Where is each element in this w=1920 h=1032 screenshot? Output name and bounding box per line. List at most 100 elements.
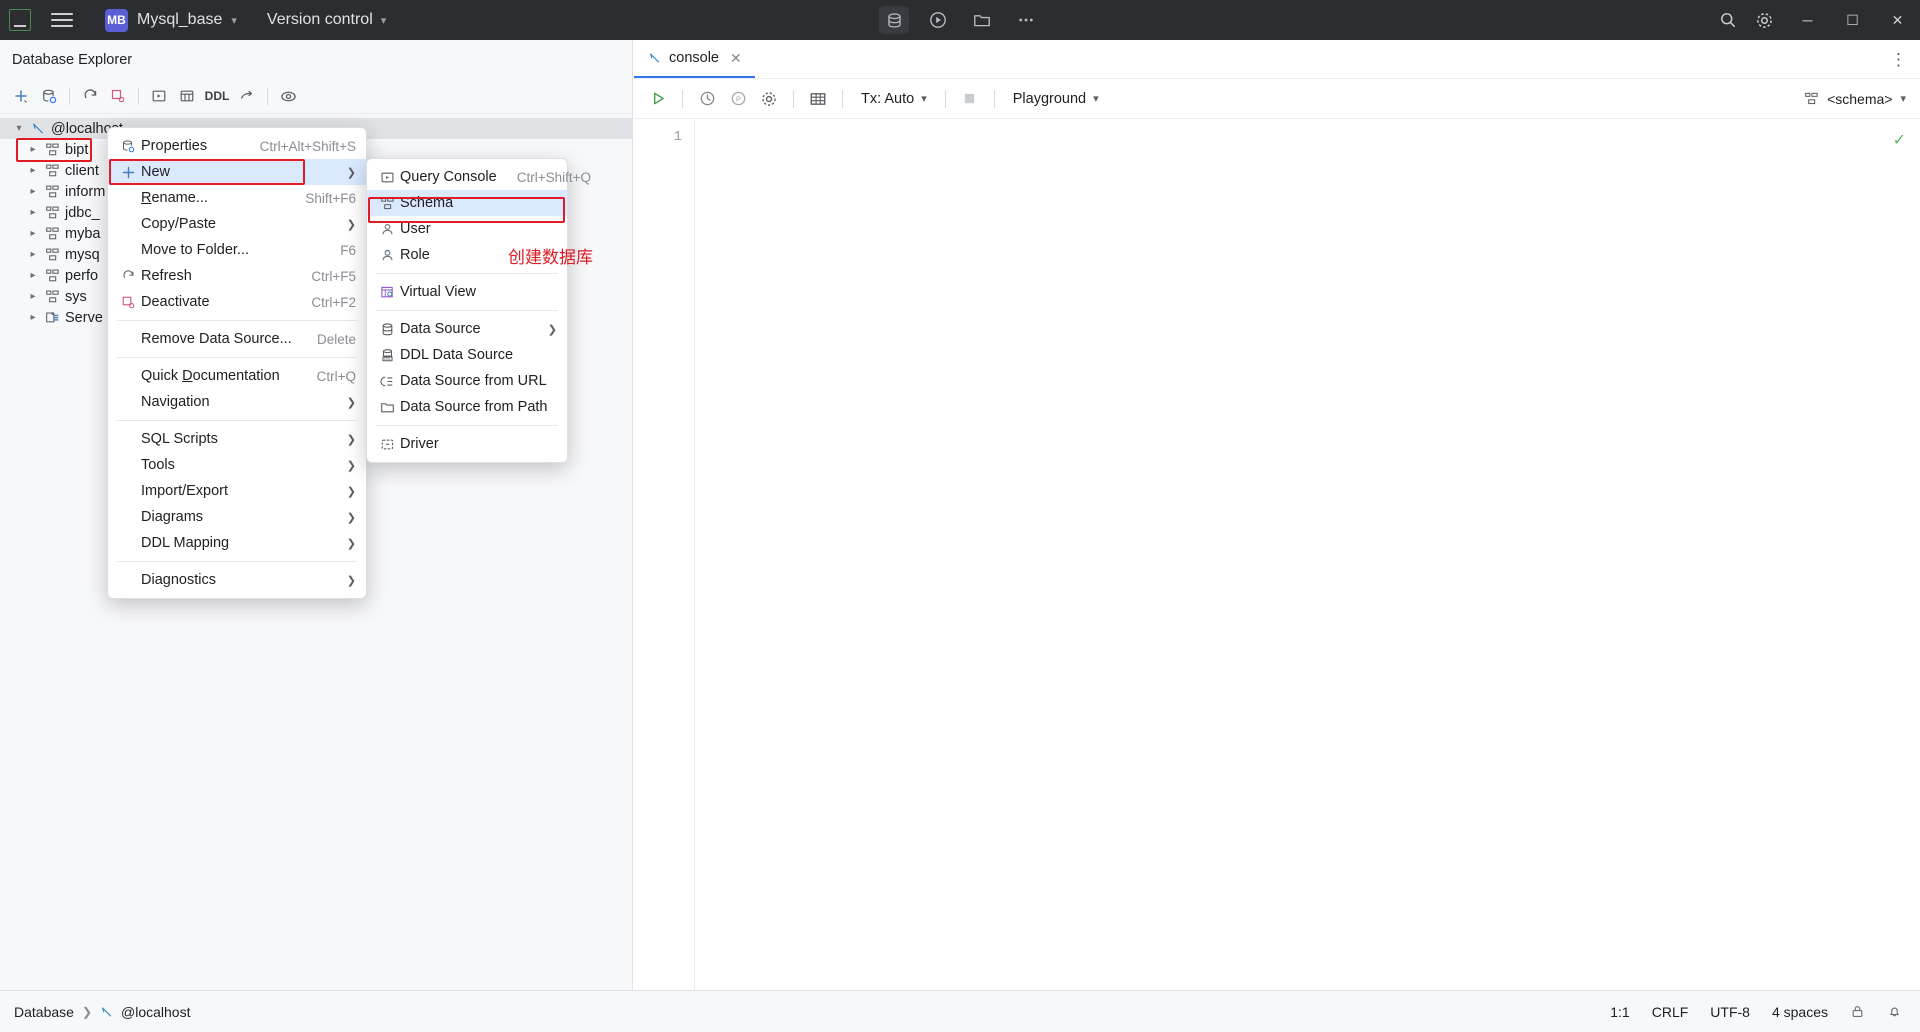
menu-item-remove-data-source[interactable]: Remove Data Source... Delete xyxy=(108,326,366,352)
add-icon[interactable] xyxy=(8,83,34,109)
submenu-item-virtual-view[interactable]: Virtual View xyxy=(367,279,567,305)
code-editor[interactable]: 1 ✓ xyxy=(634,120,1920,990)
toolbar-divider xyxy=(944,89,946,108)
menu-item-diagrams[interactable]: Diagrams ❯ xyxy=(108,504,366,530)
menu-item-ddl-mapping[interactable]: DDL Mapping ❯ xyxy=(108,530,366,556)
settings-icon[interactable] xyxy=(1749,6,1779,34)
tab-label: console xyxy=(669,50,719,66)
schema-icon xyxy=(42,163,63,178)
chevron-right-icon[interactable]: ▸ xyxy=(24,228,42,239)
datasource-icon xyxy=(100,1005,114,1019)
run-icon[interactable] xyxy=(644,85,672,113)
window-maximize-button[interactable]: ☐ xyxy=(1830,0,1875,40)
stop-icon[interactable] xyxy=(956,85,984,113)
submenu-separator xyxy=(376,425,558,426)
submenu-item-data-source-from-path[interactable]: Data Source from Path xyxy=(367,394,567,420)
menu-item-label: Navigation xyxy=(141,394,210,410)
bell-icon[interactable] xyxy=(1887,1004,1902,1019)
menu-item-label: Rename... xyxy=(141,190,208,206)
chevron-right-icon[interactable]: ▸ xyxy=(24,144,42,155)
main-menu-icon[interactable] xyxy=(51,13,73,27)
caret-position[interactable]: 1:1 xyxy=(1610,1004,1629,1020)
window-minimize-button[interactable]: ─ xyxy=(1785,0,1830,40)
submenu-item-schema[interactable]: Schema xyxy=(367,190,567,216)
menu-item-properties[interactable]: Properties Ctrl+Alt+Shift+S xyxy=(108,133,366,159)
chevron-right-icon[interactable]: ▸ xyxy=(24,291,42,302)
schema-icon xyxy=(42,247,63,262)
breadcrumb-localhost[interactable]: @localhost xyxy=(100,1004,190,1020)
role-icon xyxy=(375,248,400,263)
submenu-item-driver[interactable]: Driver xyxy=(367,431,567,457)
menu-item-copy-paste[interactable]: Copy/Paste ❯ xyxy=(108,211,366,237)
menu-item-import-export[interactable]: Import/Export ❯ xyxy=(108,478,366,504)
menu-item-label: Tools xyxy=(141,457,175,473)
menu-item-sql-scripts[interactable]: SQL Scripts ❯ xyxy=(108,426,366,452)
submenu-item-data-source-from-url[interactable]: Data Source from URL xyxy=(367,368,567,394)
submenu-item-user[interactable]: User xyxy=(367,216,567,242)
settings-icon[interactable] xyxy=(755,85,783,113)
current-schema-selector[interactable]: <schema> ▾ xyxy=(1804,91,1906,107)
console-icon[interactable] xyxy=(146,83,172,109)
file-encoding[interactable]: UTF-8 xyxy=(1710,1004,1750,1020)
menu-item-diagnostics[interactable]: Diagnostics ❯ xyxy=(108,567,366,593)
window-close-button[interactable]: ✕ xyxy=(1875,0,1920,40)
chevron-right-icon[interactable]: ▸ xyxy=(24,165,42,176)
folder-icon[interactable] xyxy=(967,6,997,34)
history-icon[interactable] xyxy=(693,85,721,113)
menu-item-new[interactable]: New ❯ xyxy=(108,159,366,185)
submenu-item-ddl-data-source[interactable]: DDL DDL Data Source xyxy=(367,342,567,368)
project-selector[interactable]: MB Mysql_base ▾ xyxy=(97,5,245,36)
indent-setting[interactable]: 4 spaces xyxy=(1772,1004,1828,1020)
refresh-icon[interactable] xyxy=(77,83,103,109)
menu-item-navigation[interactable]: Navigation ❯ xyxy=(108,389,366,415)
filter-icon[interactable] xyxy=(275,83,301,109)
tree-item-label: myba xyxy=(65,225,101,242)
menu-item-refresh[interactable]: Refresh Ctrl+F5 xyxy=(108,263,366,289)
menu-item-deactivate[interactable]: Deactivate Ctrl+F2 xyxy=(108,289,366,315)
menu-item-tools[interactable]: Tools ❯ xyxy=(108,452,366,478)
breadcrumb-database[interactable]: Database xyxy=(14,1004,74,1020)
menu-item-quick-documentation[interactable]: Quick Documentation Ctrl+Q xyxy=(108,363,366,389)
tree-item-label: inform xyxy=(65,183,106,200)
version-control-selector[interactable]: Version control ▾ xyxy=(267,11,386,29)
parameters-icon[interactable]: P xyxy=(724,85,752,113)
deactivate-icon xyxy=(116,295,141,310)
submenu-item-data-source[interactable]: Data Source ❯ xyxy=(367,316,567,342)
database-icon[interactable] xyxy=(879,6,909,34)
line-separator[interactable]: CRLF xyxy=(1652,1004,1689,1020)
run-icon[interactable] xyxy=(923,6,953,34)
schema-selector-label: Playground xyxy=(1012,90,1087,107)
deactivate-icon[interactable] xyxy=(105,83,131,109)
schema-selector[interactable]: Playground ▾ xyxy=(1005,87,1107,111)
inspection-ok-icon: ✓ xyxy=(1892,132,1906,149)
menu-item-accelerator: Delete xyxy=(316,331,356,347)
menu-item-label: Properties xyxy=(141,138,208,154)
chevron-right-icon[interactable]: ▸ xyxy=(24,249,42,260)
chevron-right-icon[interactable]: ▸ xyxy=(24,312,42,323)
chevron-right-icon[interactable]: ▸ xyxy=(24,207,42,218)
grid-icon[interactable] xyxy=(804,85,832,113)
datasource-properties-icon[interactable] xyxy=(36,83,62,109)
table-editor-icon[interactable] xyxy=(174,83,200,109)
menu-item-accelerator: Ctrl+Q xyxy=(316,368,356,384)
transaction-mode-selector[interactable]: Tx: Auto ▾ xyxy=(853,87,935,111)
menu-item-rename[interactable]: Rename... Shift+F6 xyxy=(108,185,366,211)
search-icon[interactable] xyxy=(1713,6,1743,34)
data-source-icon xyxy=(375,322,400,337)
editor-options-icon[interactable]: ⋮ xyxy=(1890,50,1908,70)
menu-item-move-to-folder[interactable]: Move to Folder... F6 xyxy=(108,237,366,263)
schema-icon xyxy=(375,196,400,211)
code-content[interactable]: ✓ xyxy=(695,120,1920,990)
submenu-item-query-console[interactable]: Query Console Ctrl+Shift+Q xyxy=(367,164,591,190)
ddl-button[interactable]: DDL xyxy=(202,83,232,109)
lock-icon[interactable] xyxy=(1850,1004,1865,1019)
chevron-right-icon[interactable]: ▸ xyxy=(24,270,42,281)
more-icon[interactable] xyxy=(1011,6,1041,34)
chevron-right-icon[interactable]: ▸ xyxy=(24,186,42,197)
menu-item-label: Diagrams xyxy=(141,509,204,525)
jump-icon[interactable] xyxy=(234,83,260,109)
close-icon[interactable]: ✕ xyxy=(730,50,742,67)
tab-console[interactable]: console ✕ xyxy=(634,40,755,78)
chevron-down-icon[interactable]: ▾ xyxy=(10,123,28,134)
title-bar: MB Mysql_base ▾ Version control ▾ ─ ☐ ✕ xyxy=(0,0,1920,40)
